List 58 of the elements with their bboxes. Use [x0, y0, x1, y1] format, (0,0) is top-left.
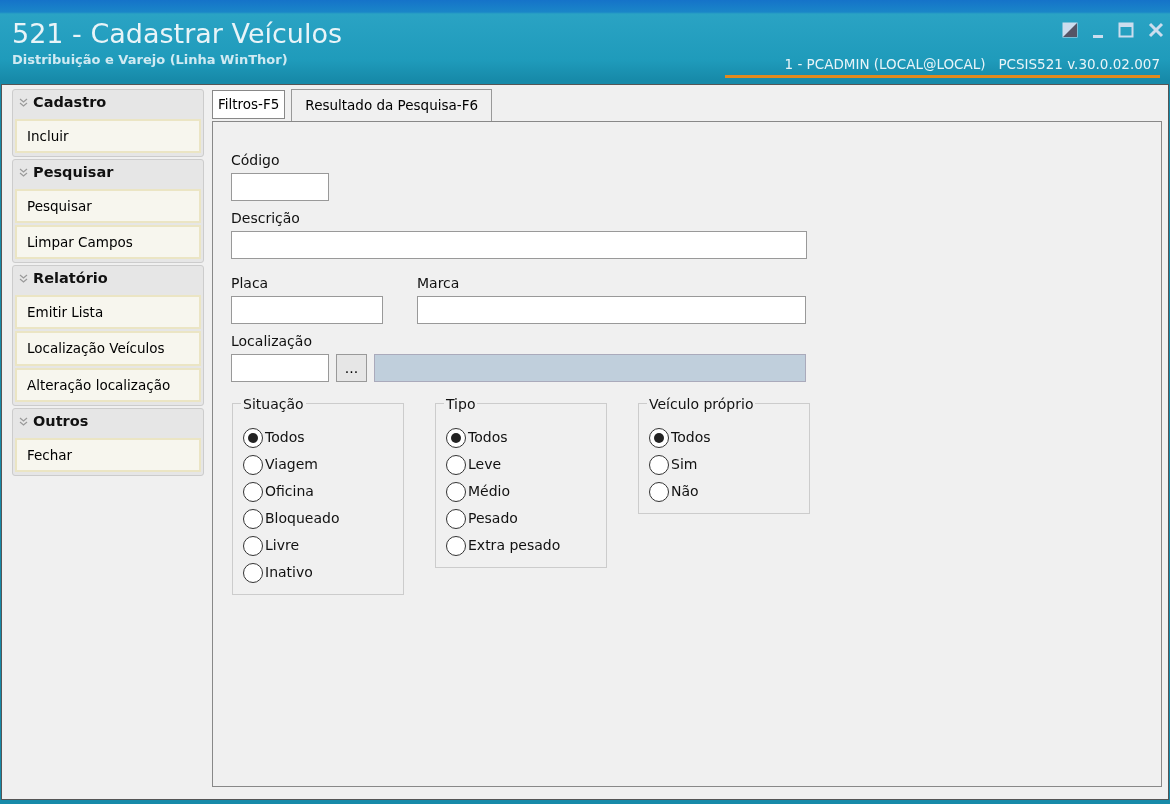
- radio-label[interactable]: Pesado: [468, 508, 518, 529]
- radio-label[interactable]: Todos: [265, 427, 305, 448]
- radio-label[interactable]: Oficina: [265, 481, 314, 502]
- restore-icon[interactable]: [1062, 22, 1078, 38]
- radio-button[interactable]: [446, 427, 466, 448]
- browse-button[interactable]: ...: [336, 354, 367, 382]
- radio-label[interactable]: Todos: [468, 427, 508, 448]
- radio-label[interactable]: Viagem: [265, 454, 318, 475]
- code-field[interactable]: [231, 173, 329, 201]
- brand-field[interactable]: [417, 296, 806, 324]
- tab[interactable]: Resultado da Pesquisa-F6: [291, 88, 492, 121]
- radio-label[interactable]: Não: [671, 481, 699, 502]
- radio-button[interactable]: [446, 535, 466, 556]
- radio-label[interactable]: Livre: [265, 535, 300, 556]
- radio-label[interactable]: Sim: [671, 454, 698, 475]
- radio-button[interactable]: [446, 454, 466, 475]
- location-field[interactable]: [231, 354, 329, 382]
- radio-label[interactable]: Inativo: [265, 562, 313, 583]
- radio-label[interactable]: Leve: [468, 454, 502, 475]
- session-info: 1 - PCADMIN (LOCAL@LOCAL): [784, 55, 986, 72]
- radio-button[interactable]: [649, 454, 669, 475]
- radio-button[interactable]: [243, 508, 263, 529]
- sidebar-item[interactable]: Emitir Lista: [15, 295, 201, 330]
- sidebar-item[interactable]: Limpar Campos: [15, 225, 201, 260]
- field-label: Descrição: [231, 209, 301, 228]
- sidebar-item[interactable]: Incluir: [15, 118, 201, 153]
- sidebar-item[interactable]: Fechar: [15, 437, 201, 472]
- description-field[interactable]: [231, 231, 807, 259]
- sidebar-item[interactable]: Alteração localização: [15, 367, 201, 402]
- field-label: Código: [231, 151, 281, 170]
- plate-field[interactable]: [231, 296, 383, 324]
- window-subtitle: Distribuição e Varejo (Linha WinThor): [12, 51, 289, 70]
- radio-button[interactable]: [243, 427, 263, 448]
- tab[interactable]: Filtros-F5: [212, 89, 286, 119]
- radio-label[interactable]: Bloqueado: [265, 508, 340, 529]
- sidebar-item[interactable]: Pesquisar: [15, 188, 201, 223]
- field-label: Marca: [417, 274, 461, 293]
- radio-button[interactable]: [649, 481, 669, 502]
- radio-button[interactable]: [243, 454, 263, 475]
- group-title[interactable]: Relatório: [33, 268, 108, 290]
- radio-button[interactable]: [243, 481, 263, 502]
- radio-button[interactable]: [446, 508, 466, 529]
- radio-button[interactable]: [243, 562, 263, 583]
- radio-label[interactable]: Extra pesado: [468, 535, 561, 556]
- group-title: Veículo próprio: [647, 394, 756, 415]
- field-label: Placa: [231, 274, 270, 293]
- group-title[interactable]: Pesquisar: [33, 162, 114, 184]
- sidebar-item[interactable]: Localização Veículos: [15, 331, 201, 366]
- radio-button[interactable]: [649, 427, 669, 448]
- version-info: PCSIS521 v.30.0.02.007: [998, 55, 1160, 72]
- radio-button[interactable]: [446, 481, 466, 502]
- group-title[interactable]: Outros: [33, 410, 89, 433]
- radio-label[interactable]: Médio: [468, 481, 511, 502]
- radio-label[interactable]: Todos: [671, 427, 711, 448]
- window-title: 521 - Cadastrar Veículos: [12, 18, 343, 51]
- radio-button[interactable]: [243, 535, 263, 556]
- group-title[interactable]: Cadastro: [33, 92, 107, 114]
- field-label: Localização: [231, 332, 313, 351]
